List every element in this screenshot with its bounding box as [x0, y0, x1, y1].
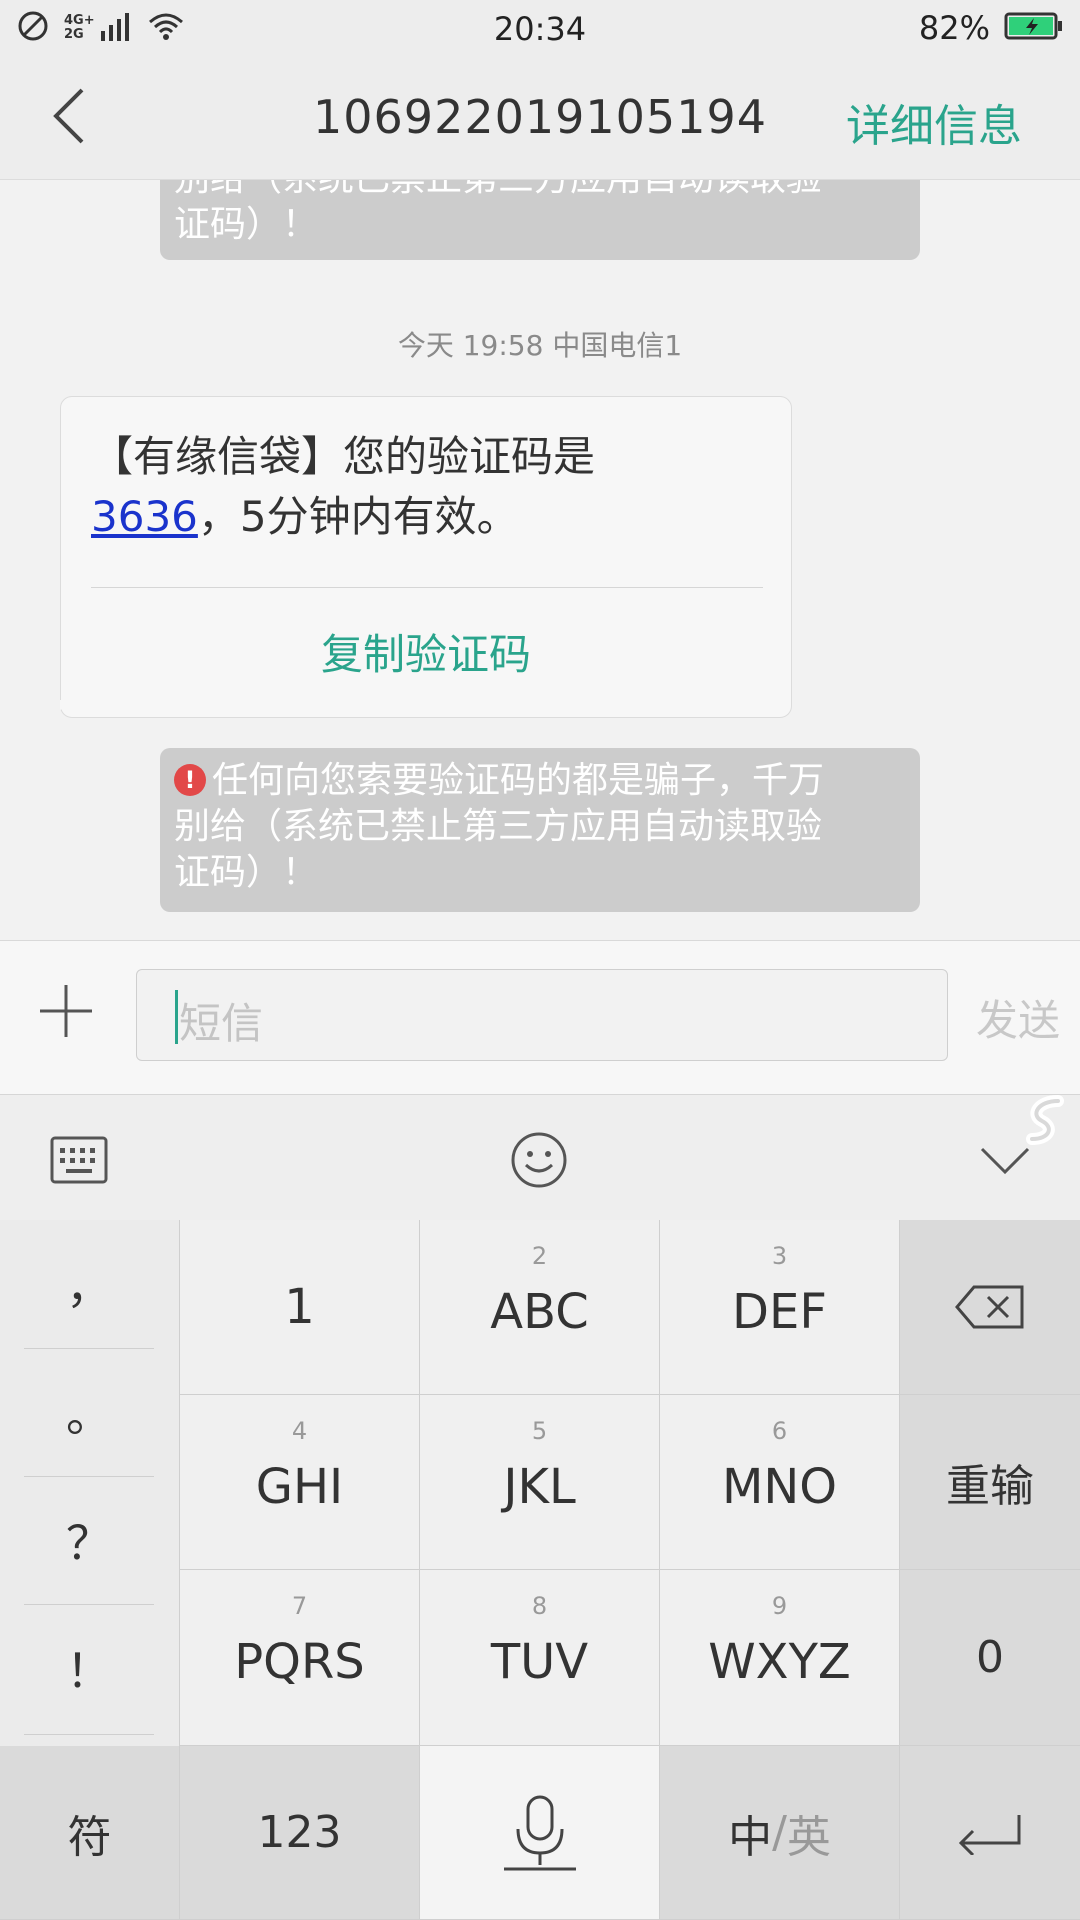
- notice-line: 证码）！: [174, 852, 319, 893]
- message-text: 【有缘信袋】您的验证码是 3636，5分钟内有效。: [91, 427, 595, 547]
- send-button[interactable]: 发送: [976, 987, 1060, 1048]
- compose-bar: 短信 发送: [0, 940, 1080, 1094]
- key-label: DEF: [732, 1284, 827, 1340]
- key-label: 0: [976, 1632, 1004, 1683]
- numbers-key[interactable]: 123: [180, 1746, 420, 1920]
- key-3-def[interactable]: 3 DEF: [660, 1220, 900, 1395]
- microphone-icon: [420, 1746, 659, 1919]
- message-list[interactable]: 别给（系统已禁止第三方应用自动读取验 证码）！ 今天 19:58 中国电信1 【…: [0, 180, 1080, 940]
- attach-button[interactable]: [36, 981, 96, 1041]
- notice-line: 证码）！: [174, 204, 319, 245]
- text-caret: [175, 990, 178, 1044]
- key-label: ABC: [490, 1284, 589, 1340]
- copy-code-button[interactable]: 复制验证码: [61, 621, 791, 682]
- language-switch-key[interactable]: 中 / 英: [660, 1746, 900, 1920]
- plus-icon: [40, 985, 92, 1037]
- notice-line: 别给（系统已禁止第三方应用自动读取验: [174, 180, 906, 202]
- key-9-wxyz[interactable]: 9 WXYZ: [660, 1570, 900, 1746]
- lang-zh: 中: [728, 1811, 773, 1863]
- key-label: GHI: [255, 1459, 344, 1515]
- emoji-icon: [511, 1132, 567, 1188]
- voice-input-key[interactable]: [420, 1746, 660, 1920]
- emoji-button[interactable]: [504, 1125, 574, 1195]
- key-5-jkl[interactable]: 5 JKL: [420, 1395, 660, 1570]
- keyboard-switch-button[interactable]: [44, 1125, 114, 1195]
- key-1[interactable]: 1: [180, 1220, 420, 1395]
- key-label: PQRS: [234, 1634, 365, 1690]
- enter-icon: [900, 1746, 1080, 1919]
- sms-placeholder: 短信: [179, 999, 264, 1048]
- key-7-pqrs[interactable]: 7 PQRS: [180, 1570, 420, 1746]
- key-label: 123: [257, 1807, 342, 1858]
- lang-separator: /: [772, 1807, 787, 1858]
- key-4-ghi[interactable]: 4 GHI: [180, 1395, 420, 1570]
- punct-period-key[interactable]: 。: [24, 1348, 154, 1476]
- bubble-divider: [91, 587, 763, 588]
- warning-icon: !: [174, 764, 206, 796]
- enter-key[interactable]: [900, 1746, 1080, 1920]
- key-number: 7: [291, 1592, 308, 1620]
- security-notice: ! 任何向您索要验证码的都是骗子，千万 别给（系统已禁止第三方应用自动读取验 证码…: [160, 748, 920, 912]
- key-label: 符: [67, 1811, 112, 1863]
- key-label: MNO: [721, 1459, 838, 1515]
- key-label: JKL: [503, 1459, 576, 1515]
- message-bubble[interactable]: 【有缘信袋】您的验证码是 3636，5分钟内有效。 复制验证码: [60, 396, 792, 718]
- symbols-key[interactable]: 符: [0, 1746, 180, 1920]
- status-bar: 4G+ 2G 20:34 82%: [0, 0, 1080, 56]
- punct-exclaim-key[interactable]: ！: [24, 1604, 154, 1732]
- key-label: 1: [284, 1279, 315, 1335]
- keyboard-icon: [50, 1136, 108, 1184]
- key-6-mno[interactable]: 6 MNO: [660, 1395, 900, 1570]
- key-label: 重输: [946, 1461, 1034, 1512]
- key-number: 5: [531, 1417, 548, 1445]
- sogou-logo-icon: [1026, 1095, 1064, 1145]
- message-text-line2: ，5分钟内有效。: [197, 492, 519, 541]
- security-notice-previous: 别给（系统已禁止第三方应用自动读取验 证码）！: [160, 180, 920, 260]
- key-number: 2: [531, 1242, 548, 1270]
- notice-line: ! 任何向您索要验证码的都是骗子，千万: [174, 758, 906, 804]
- status-right: 82%: [919, 8, 1064, 48]
- backspace-icon: [900, 1220, 1080, 1394]
- key-2-abc[interactable]: 2 ABC: [420, 1220, 660, 1395]
- t9-keyboard: ， 。 ？ ！ 1 2 ABC 3 DEF 4 GHI 5 JKL 6 MNO …: [0, 1220, 1080, 1920]
- message-timestamp: 今天 19:58 中国电信1: [397, 329, 683, 362]
- key-number: 3: [771, 1242, 788, 1270]
- message-text-line1: 【有缘信袋】您的验证码是: [91, 432, 596, 481]
- verification-code-link[interactable]: 3636: [91, 492, 198, 541]
- bubble-tail: [60, 700, 82, 710]
- keyboard-toolbar: [0, 1094, 1080, 1220]
- key-number: 4: [291, 1417, 308, 1445]
- reset-key[interactable]: 重输: [900, 1395, 1080, 1570]
- key-label: TUV: [490, 1634, 589, 1690]
- language-label: 中 / 英: [660, 1746, 899, 1919]
- details-button[interactable]: 详细信息: [846, 90, 1022, 154]
- battery-percent: 82%: [918, 9, 990, 47]
- divider: [24, 1734, 154, 1735]
- battery-charging-icon: [1004, 11, 1064, 45]
- lang-en: 英: [786, 1811, 831, 1863]
- punct-comma-key[interactable]: ，: [24, 1220, 154, 1348]
- sms-input[interactable]: 短信: [136, 969, 948, 1061]
- key-number: 8: [531, 1592, 548, 1620]
- key-number: 9: [771, 1592, 788, 1620]
- punct-question-key[interactable]: ？: [24, 1476, 154, 1604]
- notice-line: 别给（系统已禁止第三方应用自动读取验: [174, 806, 823, 847]
- key-8-tuv[interactable]: 8 TUV: [420, 1570, 660, 1746]
- punctuation-column: ， 。 ？ ！: [0, 1220, 180, 1746]
- key-number: 6: [771, 1417, 788, 1445]
- key-label: WXYZ: [708, 1634, 851, 1690]
- backspace-key[interactable]: [900, 1220, 1080, 1395]
- key-0[interactable]: 0: [900, 1570, 1080, 1746]
- conversation-header: 106922019105194 详细信息: [0, 56, 1080, 180]
- notice-line-text: 任何向您索要验证码的都是骗子，千万: [212, 760, 825, 801]
